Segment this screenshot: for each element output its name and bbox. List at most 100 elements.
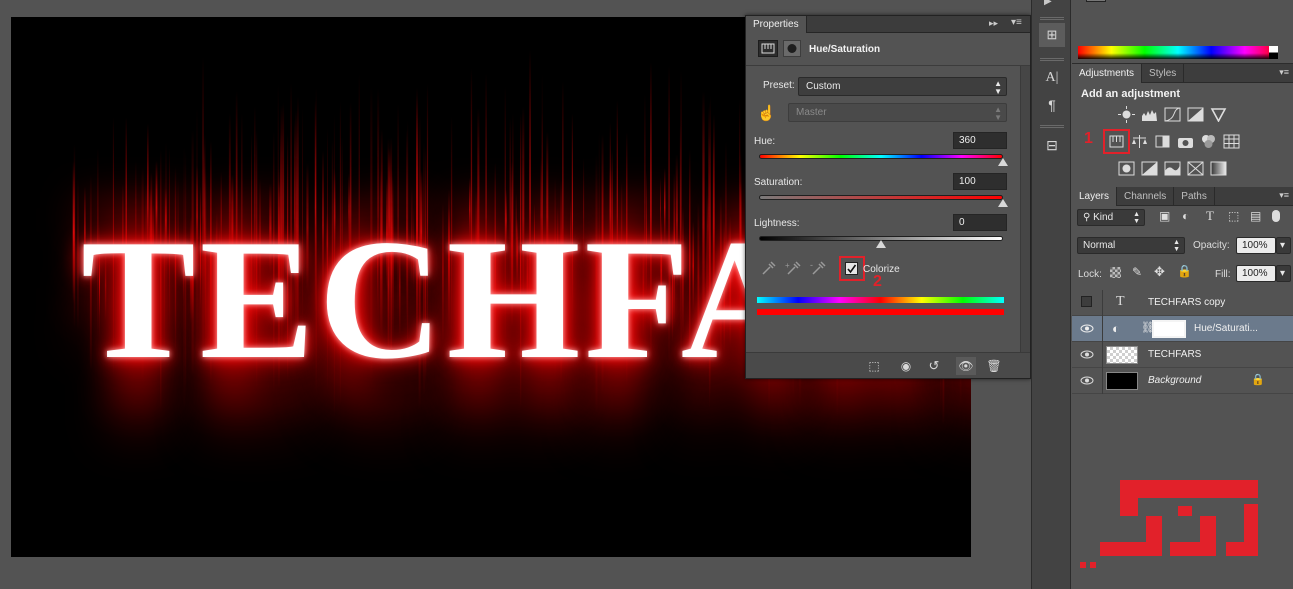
opacity-dropdown[interactable]: ▾	[1276, 237, 1291, 254]
layer-thumbnail[interactable]	[1106, 372, 1138, 390]
threshold-icon[interactable]	[1163, 160, 1182, 177]
properties-icon: ⊞	[1046, 27, 1058, 42]
delete-button[interactable]: 🗑	[984, 357, 1004, 375]
eye-icon[interactable]	[1080, 348, 1094, 361]
opacity-input[interactable]: 100%	[1236, 237, 1276, 254]
gradient-map-icon[interactable]	[1209, 160, 1228, 177]
tab-channels[interactable]: Channels	[1117, 187, 1175, 206]
tab-adjustments[interactable]: Adjustments	[1072, 64, 1143, 83]
lock-image-icon[interactable]: ✎	[1132, 265, 1142, 279]
saturation-slider-track[interactable]	[759, 195, 1003, 200]
tab-styles[interactable]: Styles	[1142, 64, 1185, 83]
reset-button[interactable]: ↺	[924, 357, 944, 375]
preset-label: Preset:	[763, 80, 795, 91]
posterize-icon[interactable]	[1140, 160, 1159, 177]
black-white-swatch[interactable]	[1269, 46, 1278, 59]
character-dock-button[interactable]: A|	[1039, 66, 1065, 90]
fill-dropdown[interactable]: ▾	[1276, 265, 1291, 282]
fill-label: Fill:	[1215, 269, 1231, 280]
hue-saturation-adjustment-icon[interactable]	[1103, 129, 1130, 154]
filter-kind-select[interactable]: ⚲ Kind ▲ ▼	[1077, 209, 1145, 226]
panel-menu-icon[interactable]: ▾≡	[1279, 190, 1289, 201]
layer-name: Hue/Saturati...	[1194, 323, 1258, 334]
filter-toggle-icon[interactable]	[1272, 210, 1280, 222]
color-spectrum[interactable]	[1078, 46, 1278, 59]
dock-grip[interactable]	[1040, 58, 1064, 61]
properties-titlebar[interactable]: Properties ▸▸ ▾≡	[746, 16, 1030, 33]
adjustment-filter-icon[interactable]: ◐	[1182, 209, 1189, 223]
lock-label: Lock:	[1078, 269, 1102, 280]
layer-row[interactable]: T TECHFARS copy	[1072, 290, 1293, 316]
panel-menu-icon[interactable]: ▾≡	[1279, 67, 1289, 78]
eye-icon[interactable]	[1080, 322, 1094, 335]
color-balance-icon[interactable]	[1130, 133, 1149, 150]
finger-scrub-icon[interactable]: ☝	[757, 104, 776, 122]
black-white-icon[interactable]	[1153, 133, 1172, 150]
vibrance-icon[interactable]	[1209, 106, 1228, 123]
view-previous-icon: ◉	[900, 359, 912, 373]
exposure-icon[interactable]	[1186, 106, 1205, 123]
layer-comps-dock-button[interactable]: ⊟	[1039, 133, 1065, 157]
tab-properties[interactable]: Properties	[746, 16, 807, 33]
properties-scrollbar[interactable]	[1020, 66, 1030, 352]
layer-row-selected[interactable]: ◐ ⛓ Hue/Saturati...	[1072, 316, 1293, 342]
layer-row[interactable]: Background 🔒	[1072, 368, 1293, 394]
layer-row[interactable]: TECHFARS	[1072, 342, 1293, 368]
character-icon: A|	[1045, 70, 1059, 85]
mask-icon[interactable]	[783, 40, 801, 57]
eyedropper-minus-icon[interactable]: -	[810, 260, 826, 276]
eyedropper-plus-icon[interactable]: +	[785, 260, 801, 276]
lock-transparent-icon[interactable]	[1110, 267, 1121, 278]
saturation-slider-thumb[interactable]	[998, 199, 1008, 207]
smart-object-filter-icon[interactable]: ▤	[1250, 209, 1261, 223]
layer-mask-thumbnail[interactable]	[1152, 320, 1186, 338]
add-adjustment-title: Add an adjustment	[1081, 88, 1181, 100]
tab-paths[interactable]: Paths	[1174, 187, 1215, 206]
colorize-checkbox[interactable]	[845, 262, 858, 275]
blend-mode-select[interactable]: Normal ▲ ▼	[1077, 237, 1185, 254]
shape-filter-icon[interactable]: ⬚	[1228, 209, 1239, 223]
color-swatch[interactable]	[1086, 0, 1106, 2]
play-icon[interactable]: ▶	[1044, 0, 1052, 7]
lock-all-icon[interactable]: 🔒	[1177, 264, 1192, 278]
invert-icon[interactable]	[1117, 160, 1136, 177]
lightness-slider-thumb[interactable]	[876, 240, 886, 248]
properties-header: Hue/Saturation	[746, 33, 1030, 66]
panel-dock-strip: ▶ ⊞ A| ¶ ⊟	[1031, 0, 1071, 589]
eyedropper-icon[interactable]	[760, 260, 776, 276]
pixel-filter-icon[interactable]: ▣	[1159, 209, 1170, 223]
saturation-input[interactable]: 100	[953, 173, 1007, 190]
dock-grip[interactable]	[1040, 125, 1064, 128]
layer-thumbnail[interactable]	[1106, 346, 1138, 364]
photo-filter-icon[interactable]	[1176, 133, 1195, 150]
brightness-contrast-icon[interactable]	[1117, 106, 1136, 123]
hue-saturation-icon[interactable]	[758, 40, 778, 57]
fill-input[interactable]: 100%	[1236, 265, 1276, 282]
hue-input[interactable]: 360	[953, 132, 1007, 149]
color-lookup-icon[interactable]	[1222, 133, 1241, 150]
hue-slider-thumb[interactable]	[998, 158, 1008, 166]
curves-icon[interactable]	[1163, 106, 1182, 123]
channel-select[interactable]: Master ▲ ▼	[788, 103, 1007, 122]
select-arrows-icon: ▲ ▼	[994, 105, 1002, 122]
toggle-visibility-button[interactable]: 👁	[956, 357, 976, 375]
selective-color-icon[interactable]	[1186, 160, 1205, 177]
lock-position-icon[interactable]: ✥	[1154, 264, 1165, 280]
clip-to-layer-button[interactable]: ⬚	[864, 357, 884, 375]
preset-select[interactable]: Custom ▲ ▼	[798, 77, 1007, 96]
channel-mixer-icon[interactable]	[1199, 133, 1218, 150]
paragraph-dock-button[interactable]: ¶	[1039, 93, 1065, 117]
lightness-input[interactable]: 0	[953, 214, 1007, 231]
levels-icon[interactable]	[1140, 106, 1159, 123]
eye-icon[interactable]	[1080, 374, 1094, 387]
layer-divider	[1102, 290, 1103, 316]
view-previous-button[interactable]: ◉	[896, 357, 916, 375]
tab-layers[interactable]: Layers	[1072, 187, 1118, 206]
panel-menu-icon[interactable]: ▾≡	[1011, 17, 1022, 28]
expand-icon[interactable]: ▸▸	[989, 18, 998, 29]
hue-slider-track[interactable]	[759, 154, 1003, 159]
properties-dock-button[interactable]: ⊞	[1039, 23, 1065, 47]
type-filter-icon[interactable]: T	[1206, 208, 1214, 224]
dock-grip[interactable]	[1040, 17, 1064, 20]
visibility-toggle-off[interactable]	[1081, 296, 1092, 307]
